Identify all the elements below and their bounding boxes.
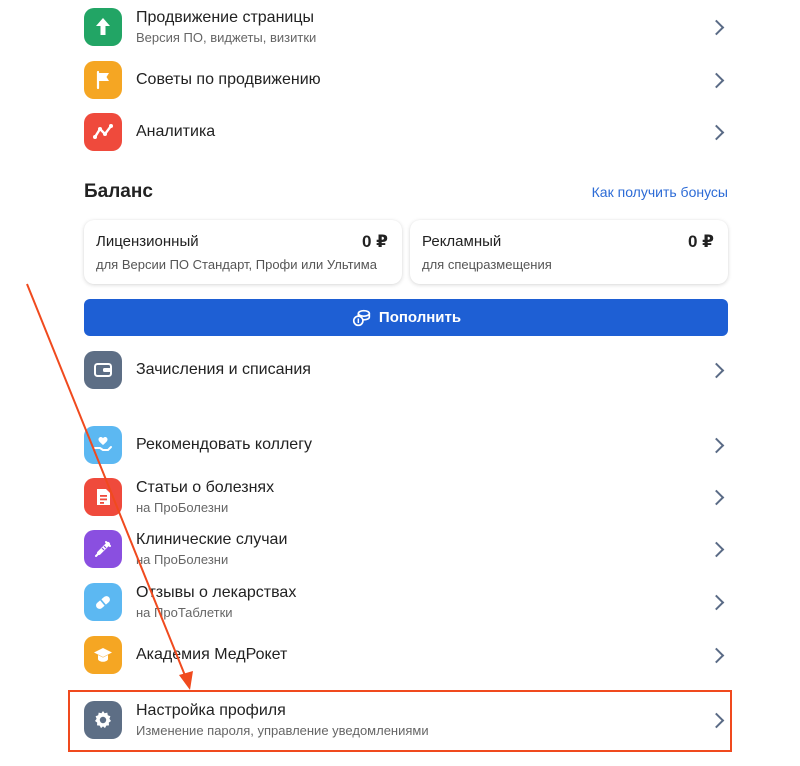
pill-icon xyxy=(84,583,122,621)
license-balance-card[interactable]: Лицензионный 0 ₽ для Версии ПО Стандарт,… xyxy=(84,220,402,284)
menu-item-analytics[interactable]: Аналитика xyxy=(84,112,728,152)
article-icon xyxy=(84,478,122,516)
menu-item-title: Зачисления и списания xyxy=(136,361,311,378)
balance-heading: Баланс xyxy=(84,181,153,202)
card-title: Лицензионный xyxy=(96,233,199,250)
menu-item-title: Продвижение страницы xyxy=(136,9,314,26)
flag-icon xyxy=(84,61,122,99)
menu-item-title: Статьи о болезнях xyxy=(136,479,275,496)
coins-icon xyxy=(352,309,371,326)
menu-item-medrocket-academy[interactable]: Академия МедРокет xyxy=(84,635,728,675)
topup-label: Пополнить xyxy=(378,309,462,326)
menu-item-title: Рекомендовать коллегу xyxy=(136,436,313,453)
menu-item-promotion-tips[interactable]: Советы по продвижению xyxy=(84,60,728,100)
menu-item-subtitle: на ПроБолезни xyxy=(136,500,229,515)
menu-item-subtitle: Версия ПО, виджеты, визитки xyxy=(136,30,317,45)
wallet-icon xyxy=(84,351,122,389)
card-value: 0 ₽ xyxy=(361,232,388,251)
menu-item-title: Отзывы о лекарствах xyxy=(136,584,297,601)
topup-button[interactable]: Пополнить xyxy=(84,299,728,336)
menu-item-title: Аналитика xyxy=(136,123,216,140)
balance-header: Баланс Как получить бонусы xyxy=(84,181,728,205)
arrow-up-icon xyxy=(84,8,122,46)
syringe-icon xyxy=(84,530,122,568)
heart-hand-icon xyxy=(84,426,122,464)
bonus-link[interactable]: Как получить бонусы xyxy=(592,184,728,200)
menu-item-disease-articles[interactable]: Статьи о болезнях на ПроБолезни xyxy=(84,477,728,517)
menu-item-drug-reviews[interactable]: Отзывы о лекарствах на ПроТаблетки xyxy=(84,582,728,622)
analytics-icon xyxy=(84,113,122,151)
menu-item-clinical-cases[interactable]: Клинические случаи на ПроБолезни xyxy=(84,529,728,569)
menu-item-recommend-colleague[interactable]: Рекомендовать коллегу xyxy=(84,425,728,465)
card-subtitle: для Версии ПО Стандарт, Профи или Ультим… xyxy=(96,257,377,272)
menu-item-subtitle: на ПроТаблетки xyxy=(136,605,233,620)
menu-item-title: Академия МедРокет xyxy=(136,646,288,663)
menu-item-transactions[interactable]: Зачисления и списания xyxy=(84,350,728,390)
menu-item-title: Клинические случаи xyxy=(136,531,288,548)
ad-balance-card[interactable]: Рекламный 0 ₽ для спецразмещения xyxy=(410,220,728,284)
menu-item-promotion[interactable]: Продвижение страницы Версия ПО, виджеты,… xyxy=(84,7,728,47)
highlight-box xyxy=(68,690,732,752)
menu-item-title: Советы по продвижению xyxy=(136,71,321,88)
menu-item-subtitle: на ПроБолезни xyxy=(136,552,229,567)
card-subtitle: для спецразмещения xyxy=(422,257,552,272)
card-title: Рекламный xyxy=(422,233,502,250)
card-value: 0 ₽ xyxy=(687,232,714,251)
graduation-cap-icon xyxy=(84,636,122,674)
